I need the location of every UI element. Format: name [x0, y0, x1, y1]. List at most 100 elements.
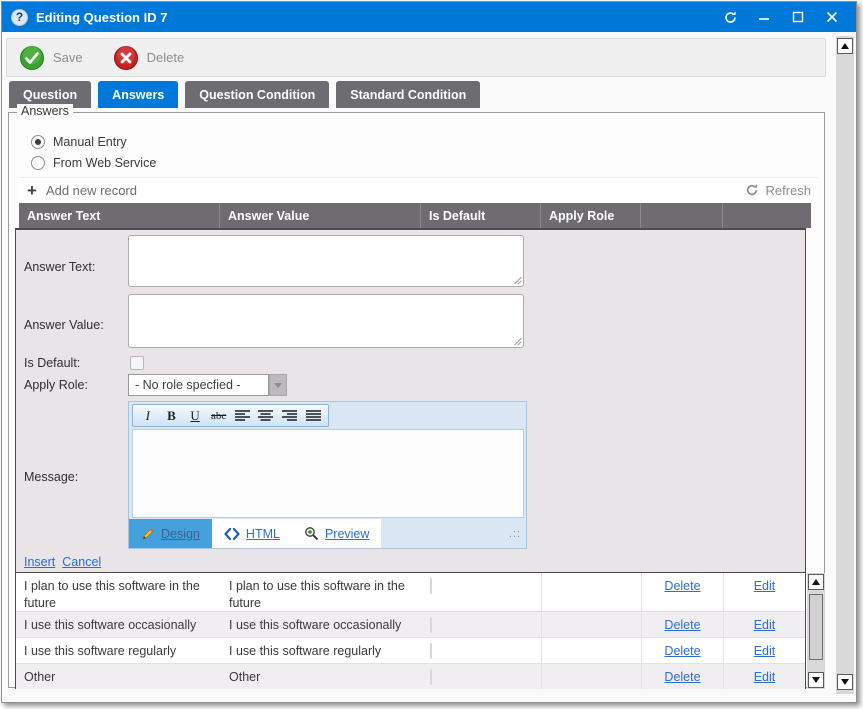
grid-header: Answer Text Answer Value Is Default Appl… [19, 203, 811, 228]
maximize-icon[interactable] [788, 7, 808, 27]
cell-answer-text: I plan to use this software in the futur… [16, 573, 221, 611]
delete-x-icon [113, 45, 139, 71]
table-row[interactable]: I plan to use this software in the futur… [16, 573, 805, 612]
editor-content-area[interactable] [132, 429, 524, 518]
row-edit-link[interactable]: Edit [754, 617, 776, 634]
resize-grip-icon[interactable] [513, 337, 522, 346]
minimize-icon[interactable] [754, 7, 774, 27]
cell-is-default [422, 612, 542, 637]
radio-manual-entry[interactable]: Manual Entry [31, 135, 127, 149]
insert-link[interactable]: Insert [24, 555, 55, 569]
column-answer-value[interactable]: Answer Value [220, 203, 421, 228]
editor-tab-html[interactable]: HTML [212, 519, 292, 548]
refresh-label: Refresh [765, 183, 811, 198]
add-new-record-button[interactable]: + Add new record [27, 182, 137, 199]
column-is-default[interactable]: Is Default [421, 203, 541, 228]
column-apply-role[interactable]: Apply Role [541, 203, 641, 228]
editor-tab-html-label: HTML [246, 527, 280, 541]
column-answer-text[interactable]: Answer Text [19, 203, 220, 228]
is-default-label: Is Default: [24, 356, 80, 370]
help-icon[interactable]: ? [11, 9, 28, 26]
window-scrollbar[interactable] [836, 36, 854, 694]
underline-icon[interactable]: U [185, 406, 205, 425]
cell-is-default [422, 664, 542, 689]
cell-is-default [422, 573, 542, 611]
answers-legend: Answers [17, 104, 73, 118]
close-icon[interactable] [822, 7, 842, 27]
strikethrough-icon[interactable]: abc [209, 406, 229, 425]
cell-answer-value: I use this software regularly [221, 638, 422, 663]
refresh-window-icon[interactable] [720, 7, 740, 27]
is-default-checkbox[interactable] [130, 356, 144, 370]
scroll-down-icon[interactable] [808, 672, 824, 688]
window-scroll-up-icon[interactable] [837, 38, 853, 54]
cancel-link[interactable]: Cancel [62, 555, 101, 569]
answer-text-label: Answer Text: [24, 260, 95, 274]
justify-icon[interactable] [303, 406, 323, 425]
radio-from-web-service-label: From Web Service [53, 156, 156, 170]
resize-grip-icon[interactable] [513, 276, 522, 285]
apply-role-select[interactable]: - No role specfied - [128, 374, 269, 396]
editor-footer: Design HTML [129, 519, 526, 548]
table-row[interactable]: I use this software occasionally I use t… [16, 612, 805, 638]
row-delete-link[interactable]: Delete [664, 643, 700, 660]
dialog-window: ? Editing Question ID 7 Save [1, 1, 857, 703]
editor-resize-grip-icon[interactable]: .:: [509, 528, 521, 540]
cell-delete: Delete [642, 664, 724, 689]
radio-selected-icon [31, 135, 45, 149]
scroll-up-icon[interactable] [808, 574, 824, 590]
align-left-icon[interactable] [233, 406, 253, 425]
code-brackets-icon [224, 528, 240, 540]
row-checkbox[interactable] [430, 669, 432, 685]
cell-answer-value: I plan to use this software in the futur… [221, 573, 422, 611]
grid-scrollbar-thumb[interactable] [809, 594, 823, 660]
editor-tab-preview[interactable]: Preview [292, 519, 381, 548]
delete-button[interactable]: Delete [113, 45, 185, 71]
cell-edit: Edit [724, 664, 805, 689]
cell-answer-text: I use this software occasionally [16, 612, 221, 637]
row-edit-link[interactable]: Edit [754, 578, 776, 595]
message-editor: I B U abc [128, 401, 527, 549]
cell-delete: Delete [642, 638, 724, 663]
align-right-icon[interactable] [280, 406, 300, 425]
answers-groupbox: Answers Manual Entry From Web Service + … [8, 112, 825, 688]
answer-value-input[interactable] [128, 294, 524, 348]
grid-scrollbar[interactable] [807, 573, 825, 689]
cell-apply-role [542, 638, 642, 663]
row-delete-link[interactable]: Delete [664, 617, 700, 634]
save-button[interactable]: Save [19, 45, 83, 71]
tab-question-condition[interactable]: Question Condition [185, 81, 329, 108]
refresh-button[interactable]: Refresh [745, 183, 811, 198]
tab-standard-condition[interactable]: Standard Condition [336, 81, 480, 108]
bold-icon[interactable]: B [162, 406, 182, 425]
apply-role-dropdown-icon[interactable] [269, 374, 287, 396]
row-edit-link[interactable]: Edit [754, 643, 776, 660]
answer-text-input[interactable] [128, 235, 524, 287]
cell-delete: Delete [642, 612, 724, 637]
tab-answers[interactable]: Answers [98, 81, 178, 108]
editor-tab-design[interactable]: Design [129, 519, 212, 548]
tab-strip: Question Answers Question Condition Stan… [9, 81, 480, 108]
cell-answer-text: I use this software regularly [16, 638, 221, 663]
window-title: Editing Question ID 7 [36, 10, 167, 25]
row-delete-link[interactable]: Delete [664, 669, 700, 686]
plus-icon: + [27, 182, 37, 199]
window-scroll-down-icon[interactable] [837, 674, 853, 690]
save-check-icon [19, 45, 45, 71]
align-center-icon[interactable] [256, 406, 276, 425]
add-new-record-label: Add new record [46, 183, 137, 198]
radio-from-web-service[interactable]: From Web Service [31, 156, 156, 170]
table-row[interactable]: Other Other Delete Edit [16, 664, 805, 689]
table-row[interactable]: I use this software regularly I use this… [16, 638, 805, 664]
message-label: Message: [24, 470, 78, 484]
grid-command-bar: + Add new record Refresh [19, 177, 819, 202]
row-delete-link[interactable]: Delete [664, 578, 700, 595]
editor-tab-design-label: Design [161, 527, 200, 541]
cell-answer-value: Other [221, 664, 422, 689]
row-checkbox[interactable] [430, 617, 432, 633]
italic-icon[interactable]: I [138, 406, 158, 425]
row-checkbox[interactable] [430, 643, 432, 659]
row-edit-link[interactable]: Edit [754, 669, 776, 686]
toolbar: Save Delete [6, 38, 826, 77]
row-checkbox[interactable] [430, 578, 432, 594]
